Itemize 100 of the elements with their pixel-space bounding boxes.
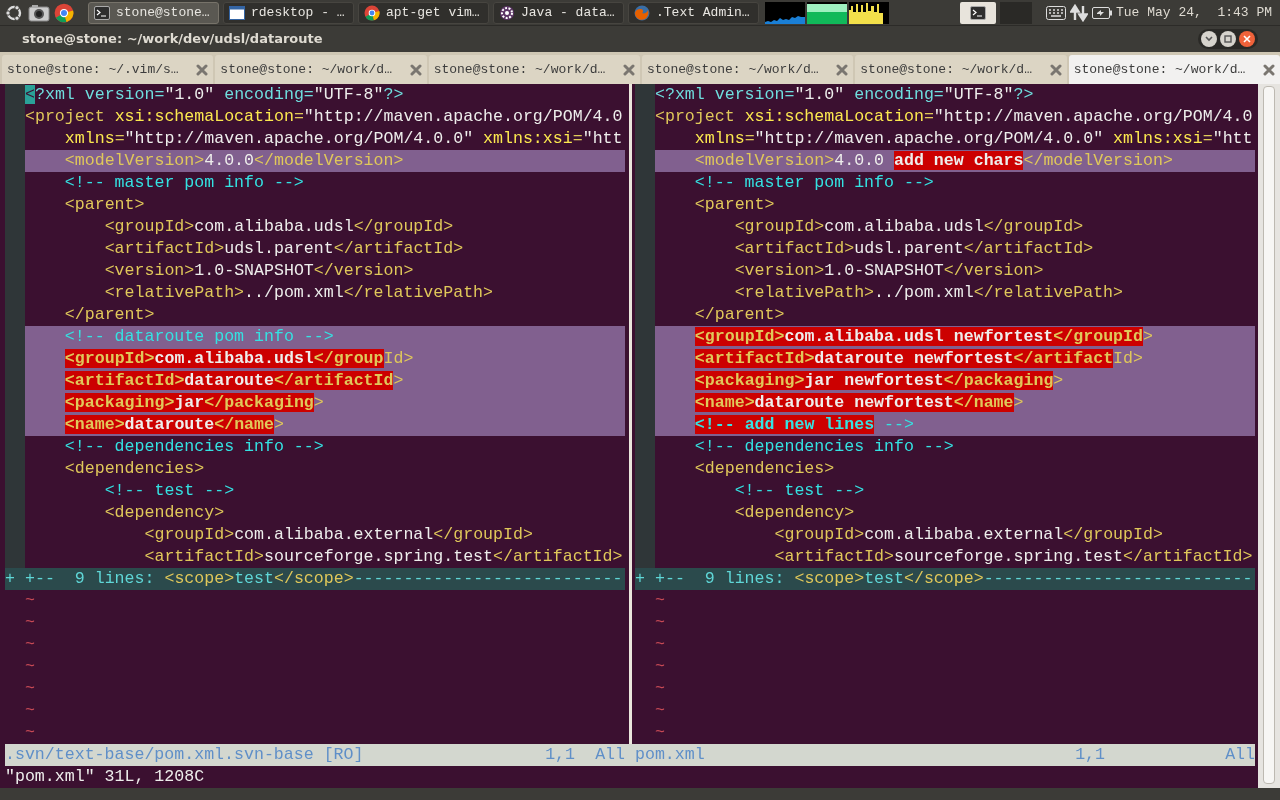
code-line: <dependency> [733, 502, 855, 524]
code-line: <artifactId>udsl.parent</artifactId> [733, 238, 1094, 260]
code-line: <!-- add new lines --> [693, 414, 914, 436]
code-line: <name>dataroute newfortest</name> [693, 392, 1024, 414]
code-line: <modelVersion>4.0.0 add new chars</modelVersion> [693, 150, 1173, 172]
code-line: <parent> [63, 194, 145, 216]
code-line: <!-- dependencies info --> [693, 436, 954, 458]
command-line: "pom.xml" 31L, 1208C [5, 766, 205, 788]
load-graph [849, 1, 889, 24]
cursor-position: 1,1 [545, 744, 576, 766]
code-line: <relativePath>../pom.xml</relativePath> [103, 282, 494, 304]
code-line: <artifactId>dataroute</artifactId> [63, 370, 404, 392]
tilde-marker: ~ [25, 656, 35, 678]
fold-line[interactable]: +-- 9 lines: <scope>test</scope>--------------------------- [25, 568, 623, 590]
cpu-graph [765, 1, 805, 24]
code-line: <!-- dependencies info --> [63, 436, 324, 458]
code-line: <version>1.0-SNAPSHOT</version> [733, 260, 1044, 282]
close-icon[interactable] [1262, 63, 1275, 76]
clock[interactable]: Tue May 24, 1:43 PM [1115, 2, 1276, 23]
tilde-marker: ~ [655, 590, 665, 612]
code-line: <relativePath>../pom.xml</relativePath> [733, 282, 1124, 304]
tilde-marker: ~ [25, 634, 35, 656]
browser-icon[interactable] [54, 2, 74, 23]
code-line: <?xml version="1.0" encoding="UTF-8"?> [25, 84, 404, 106]
square-icon [1224, 35, 1232, 43]
gear-icon [499, 4, 515, 21]
code-line: xmlns="http://maven.apache.org/POM/4.0.0" xmlns:xsi="htt [693, 128, 1253, 150]
taskbar-button[interactable]: .Text Admin… [628, 1, 759, 24]
code-line: <groupId>com.alibaba.udsl</groupId> [63, 348, 414, 370]
code-line: </parent> [63, 304, 155, 326]
tilde-marker: ~ [655, 634, 665, 656]
code-line: <groupId>com.alibaba.external</groupId> [773, 524, 1163, 546]
close-icon[interactable] [196, 63, 209, 76]
code-line: <project xsi:schemaLocation="http://maven.apache.org/POM/4.0 [655, 106, 1253, 128]
cursor-position: 1,1 [1075, 744, 1106, 766]
code-line: <packaging>jar newfortest</packaging> [693, 370, 1064, 392]
code-line: xmlns="http://maven.apache.org/POM/4.0.0" xmlns:xsi="htt [63, 128, 623, 150]
close-icon[interactable] [409, 63, 422, 76]
code-line: <dependency> [103, 502, 225, 524]
code-line: <!-- test --> [103, 480, 235, 502]
code-line: <project xsi:schemaLocation="http://maven.apache.org/POM/4.0 [25, 106, 623, 128]
tilde-marker: ~ [655, 678, 665, 700]
terminal-tab[interactable]: stone@stone: ~/work/d… [1068, 55, 1280, 84]
tilde-marker: ~ [25, 612, 35, 634]
code-line: <packaging>jar</packaging> [63, 392, 324, 414]
fold-line[interactable]: +-- 9 lines: <scope>test</scope>--------------------------- [655, 568, 1253, 590]
fox-icon [634, 4, 650, 21]
maximize-button[interactable] [1220, 31, 1236, 47]
battery-icon[interactable] [1091, 6, 1112, 19]
code-line: <version>1.0-SNAPSHOT</version> [103, 260, 414, 282]
terminal-icon[interactable] [959, 1, 996, 24]
close-icon [1243, 35, 1251, 43]
keyboard-icon[interactable] [1045, 5, 1066, 20]
tilde-marker: ~ [25, 722, 35, 744]
status-filename: .svn/text-base/pom.xml.svn-base [RO] [5, 744, 365, 766]
window-icon [229, 5, 245, 20]
code-line: <groupId>com.alibaba.udsl newfortest</groupId> [693, 326, 1153, 348]
terminal-tab[interactable]: stone@stone: ~/work/d… [215, 55, 427, 84]
terminal-tab[interactable]: stone@stone: ~/work/d… [642, 55, 854, 84]
code-line: <artifactId>sourceforge.spring.test</artifactId> [143, 546, 623, 568]
close-icon[interactable] [623, 63, 635, 76]
browser-icon [364, 4, 380, 21]
close-button[interactable] [1239, 31, 1255, 47]
code-line: <!-- master pom info --> [63, 172, 304, 194]
code-line: <dependencies> [63, 458, 205, 480]
close-icon[interactable] [1049, 63, 1062, 76]
code-line: <parent> [693, 194, 775, 216]
caret-icon [1205, 36, 1213, 42]
code-line: <name>dataroute</name> [63, 414, 284, 436]
ubuntu-logo-icon[interactable] [4, 2, 24, 23]
terminal-tab[interactable]: stone@stone: ~/work/d… [855, 55, 1067, 84]
tilde-marker: ~ [25, 678, 35, 700]
camera-icon[interactable] [28, 3, 50, 22]
code-line: <groupId>com.alibaba.external</groupId> [143, 524, 533, 546]
taskbar-button[interactable]: rdesktop - … [223, 1, 354, 24]
code-line: <artifactId>sourceforge.spring.test</artifactId> [773, 546, 1253, 568]
code-line: <groupId>com.alibaba.udsl</groupId> [103, 216, 454, 238]
code-line: <!-- dataroute pom info --> [63, 326, 334, 348]
terminal-icon [94, 5, 110, 20]
tilde-marker: ~ [655, 612, 665, 634]
scroll-indicator: All [595, 744, 626, 766]
taskbar-button[interactable]: stone@stone… [88, 1, 219, 24]
taskbar-button[interactable]: apt-get vim… [358, 1, 489, 24]
taskbar-button[interactable]: Java - data… [493, 1, 624, 24]
minimize-button[interactable] [1201, 31, 1217, 47]
window-title: stone@stone: ~/work/dev/udsl/dataroute [22, 30, 324, 49]
scrollbar[interactable] [1258, 84, 1280, 788]
tilde-marker: ~ [25, 590, 35, 612]
code-line: <!-- test --> [733, 480, 865, 502]
terminal-tab[interactable]: stone@stone: ~/.vim/s… [2, 55, 214, 84]
close-icon[interactable] [836, 63, 849, 76]
code-line: <modelVersion>4.0.0</modelVersion> [63, 150, 404, 172]
status-filename: pom.xml [635, 744, 706, 766]
code-line: <groupId>com.alibaba.udsl</groupId> [733, 216, 1084, 238]
scroll-indicator: All [1225, 744, 1255, 766]
terminal-tab[interactable]: stone@stone: ~/work/d… [428, 55, 640, 84]
network-arrows-icon[interactable] [1069, 3, 1088, 22]
tilde-marker: ~ [655, 700, 665, 722]
memory-graph [807, 1, 847, 24]
code-line: <?xml version="1.0" encoding="UTF-8"?> [655, 84, 1034, 106]
